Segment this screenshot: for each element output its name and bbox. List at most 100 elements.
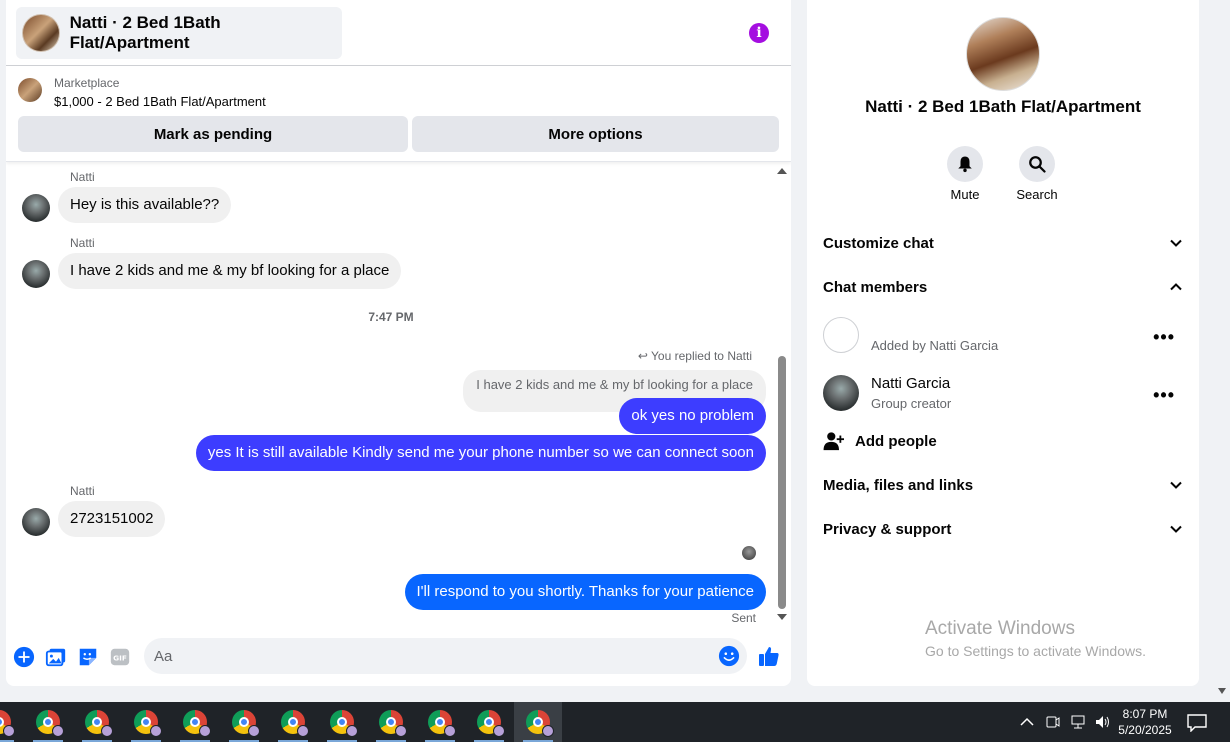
activate-windows-title: Activate Windows (925, 618, 1075, 639)
conversation-title-button[interactable]: Natti · 2 Bed 1Bath Flat/Apartment (16, 7, 342, 59)
chrome-icon (232, 710, 260, 737)
taskbar-app-chrome[interactable] (122, 702, 170, 742)
chrome-icon (36, 710, 64, 737)
listing-thumbnail-small[interactable] (18, 78, 42, 102)
member-subtitle: Group creator (871, 396, 952, 411)
taskbar-app-chrome[interactable] (0, 702, 23, 742)
notifications-icon[interactable] (1187, 714, 1207, 732)
scrollbar-thumb[interactable] (778, 356, 786, 609)
mute-button[interactable] (947, 146, 983, 182)
profile-badge-icon (346, 725, 358, 737)
message-sender: Natti (70, 484, 95, 498)
outgoing-message[interactable]: yes It is still available Kindly send me… (195, 435, 766, 471)
network-icon[interactable] (1070, 715, 1086, 729)
taskbar-app-chrome[interactable] (367, 702, 415, 742)
marketplace-label: Marketplace (54, 76, 120, 90)
meet-now-icon[interactable] (1046, 715, 1060, 729)
page-scroll-down-arrow-icon[interactable] (1218, 688, 1226, 694)
incoming-message[interactable]: Hey is this available?? (58, 187, 232, 223)
reply-note-text: You replied to Natti (651, 349, 752, 363)
message-input[interactable] (144, 638, 747, 674)
media-files-links-row[interactable]: Media, files and links (823, 467, 1183, 503)
chat-member[interactable]: Natti Garcia Group creator ••• (823, 375, 1183, 415)
taskbar-app-chrome[interactable] (269, 702, 317, 742)
conversation-info-panel: Natti · 2 Bed 1Bath Flat/Apartment Mute … (807, 0, 1199, 686)
privacy-support-row[interactable]: Privacy & support (823, 511, 1183, 547)
add-person-icon (823, 432, 844, 451)
incoming-message[interactable]: I have 2 kids and me & my bf looking for… (58, 253, 402, 289)
chevron-up-icon[interactable] (1020, 717, 1034, 727)
customize-chat-label: Customize chat (823, 234, 934, 252)
more-icon[interactable]: ••• (1153, 327, 1175, 348)
chrome-icon (330, 710, 358, 737)
scroll-up-arrow-icon[interactable] (777, 168, 787, 174)
avatar[interactable] (22, 508, 50, 536)
thumbs-up-icon[interactable] (757, 644, 781, 668)
incoming-message[interactable]: 2723151002 (58, 501, 166, 537)
mark-as-pending-button[interactable]: Mark as pending (18, 116, 408, 152)
chrome-icon (134, 710, 162, 737)
svg-text:GIF: GIF (113, 654, 127, 663)
conversation-avatar[interactable] (966, 17, 1040, 91)
conversation-title: Natti · 2 Bed 1Bath Flat/Apartment (69, 13, 221, 52)
taskbar-app-chrome[interactable] (514, 702, 562, 742)
taskbar: 8:07 PM 5/20/2025 (0, 702, 1230, 742)
outgoing-message[interactable]: I'll respond to you shortly. Thanks for … (404, 574, 766, 610)
taskbar-app-chrome[interactable] (416, 702, 464, 742)
info-icon[interactable]: i (749, 23, 769, 43)
member-name: Natti Garcia (871, 375, 951, 392)
volume-icon[interactable] (1095, 715, 1111, 729)
avatar[interactable] (22, 194, 50, 222)
member-subtitle: Added by Natti Garcia (871, 338, 999, 353)
gif-icon[interactable]: GIF (109, 646, 131, 668)
chrome-icon (526, 710, 554, 737)
chrome-icon (85, 710, 113, 737)
taskbar-app-chrome[interactable] (318, 702, 366, 742)
taskbar-app-chrome[interactable] (24, 702, 72, 742)
sticker-icon[interactable] (77, 646, 99, 668)
add-people-label: Add people (855, 432, 937, 450)
add-people-button[interactable]: Add people (823, 430, 937, 452)
media-files-links-label: Media, files and links (823, 476, 974, 494)
listing-price-title[interactable]: $1,000 - 2 Bed 1Bath Flat/Apartment (54, 94, 266, 109)
taskbar-app-chrome[interactable] (73, 702, 121, 742)
search-button[interactable] (1019, 146, 1055, 182)
taskbar-app-chrome[interactable] (465, 702, 513, 742)
taskbar-app-chrome[interactable] (220, 702, 268, 742)
mute-label: Mute (950, 187, 980, 202)
more-icon[interactable]: ••• (1153, 385, 1175, 406)
scroll-down-arrow-icon[interactable] (777, 614, 787, 620)
search-label: Search (1016, 187, 1058, 202)
avatar[interactable] (22, 260, 50, 288)
message-composer: GIF (6, 628, 791, 686)
photo-icon[interactable] (45, 646, 67, 668)
profile-badge-icon (444, 725, 456, 737)
plus-circle-icon[interactable] (13, 646, 35, 668)
more-options-button[interactable]: More options (412, 116, 779, 152)
message-list: Natti Hey is this available?? Natti I ha… (6, 163, 791, 628)
profile-badge-icon (542, 725, 554, 737)
emoji-icon[interactable] (718, 645, 740, 667)
profile-badge-icon (150, 725, 162, 737)
profile-badge-icon (3, 725, 15, 737)
chat-members-row[interactable]: Chat members (823, 269, 1183, 305)
marketplace-banner: Marketplace $1,000 - 2 Bed 1Bath Flat/Ap… (6, 66, 791, 162)
outgoing-message[interactable]: ok yes no problem (619, 398, 766, 434)
activate-windows-watermark: Activate Windows Go to Settings to activ… (925, 618, 1146, 659)
reply-note: ↩ You replied to Natti (638, 349, 752, 363)
customize-chat-row[interactable]: Customize chat (823, 225, 1183, 261)
profile-badge-icon (297, 725, 309, 737)
clock[interactable]: 8:07 PM 5/20/2025 (1110, 706, 1180, 738)
chrome-icon (0, 710, 15, 737)
system-tray (1020, 702, 1111, 742)
chrome-icon (281, 710, 309, 737)
search-icon (1029, 156, 1046, 173)
taskbar-app-chrome[interactable] (171, 702, 219, 742)
profile-badge-icon (52, 725, 64, 737)
message-status: Sent (731, 611, 756, 625)
chat-panel: Natti · 2 Bed 1Bath Flat/Apartment i Mar… (6, 0, 791, 686)
message-scrollbar[interactable] (776, 163, 788, 628)
chat-member[interactable]: Added by Natti Garcia ••• (823, 317, 1183, 357)
chat-header: Natti · 2 Bed 1Bath Flat/Apartment i (6, 0, 791, 66)
chrome-icon (428, 710, 456, 737)
